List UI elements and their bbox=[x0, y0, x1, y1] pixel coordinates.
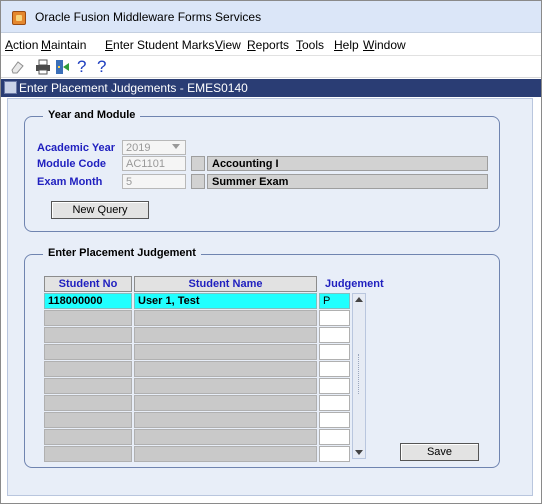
student-no-cell[interactable] bbox=[44, 446, 132, 462]
student-name-cell[interactable] bbox=[134, 310, 317, 326]
judgement-header: Judgement bbox=[325, 278, 384, 290]
new-query-button[interactable]: New Query bbox=[51, 201, 149, 219]
exam-month-lov-button[interactable] bbox=[191, 174, 205, 189]
judgement-cell[interactable] bbox=[319, 395, 350, 411]
title-bar: Oracle Fusion Middleware Forms Services bbox=[1, 1, 541, 33]
toolbar: ? ? bbox=[1, 57, 541, 78]
module-name-display: Accounting I bbox=[207, 156, 488, 171]
menu-help[interactable]: Help bbox=[334, 38, 359, 52]
student-no-cell[interactable] bbox=[44, 310, 132, 326]
student-name-header: Student Name bbox=[134, 276, 317, 292]
judgement-cell[interactable] bbox=[319, 412, 350, 428]
academic-year-value: 2019 bbox=[126, 142, 151, 154]
module-code-label: Module Code bbox=[37, 158, 107, 170]
help-icon[interactable]: ? bbox=[77, 57, 93, 76]
menu-bar: Action Maintain Enter Student Marks View Rep… bbox=[1, 34, 541, 56]
student-no-cell[interactable] bbox=[44, 327, 132, 343]
student-name-cell[interactable]: User 1, Test bbox=[134, 293, 317, 309]
scroll-grip[interactable] bbox=[358, 354, 361, 394]
menu-enter-student-marks[interactable]: Enter Student Marks bbox=[105, 38, 214, 52]
exam-month-field[interactable]: 5 bbox=[122, 174, 186, 189]
judgement-cell[interactable] bbox=[319, 344, 350, 360]
student-no-cell[interactable] bbox=[44, 395, 132, 411]
student-name-cell[interactable] bbox=[134, 361, 317, 377]
save-button[interactable]: Save bbox=[400, 443, 479, 461]
placement-legend: Enter Placement Judgement bbox=[43, 247, 201, 259]
module-lov-button[interactable] bbox=[191, 156, 205, 171]
judgement-cell[interactable] bbox=[319, 361, 350, 377]
exit-icon[interactable] bbox=[54, 59, 70, 75]
student-name-cell[interactable] bbox=[134, 446, 317, 462]
academic-year-select[interactable]: 2019 bbox=[122, 140, 186, 155]
menu-view[interactable]: View bbox=[215, 38, 241, 52]
scroll-down-icon[interactable] bbox=[355, 450, 363, 455]
student-no-cell[interactable] bbox=[44, 344, 132, 360]
exam-month-name-display: Summer Exam bbox=[207, 174, 488, 189]
form-header: Enter Placement Judgements - EMES0140 bbox=[1, 79, 541, 97]
window-title: Oracle Fusion Middleware Forms Services bbox=[35, 10, 262, 24]
judgement-cell[interactable] bbox=[319, 378, 350, 394]
form-icon bbox=[4, 81, 17, 94]
module-code-field[interactable]: AC1101 bbox=[122, 156, 186, 171]
menu-maintain[interactable]: Maintain bbox=[41, 38, 86, 52]
student-name-cell[interactable] bbox=[134, 395, 317, 411]
student-no-cell[interactable] bbox=[44, 361, 132, 377]
menu-action[interactable]: Action bbox=[5, 38, 38, 52]
menu-window[interactable]: Window bbox=[363, 38, 406, 52]
menu-reports[interactable]: Reports bbox=[247, 38, 289, 52]
student-name-cell[interactable] bbox=[134, 344, 317, 360]
judgement-cell[interactable]: P bbox=[319, 293, 350, 309]
academic-year-label: Academic Year bbox=[37, 142, 116, 154]
judgement-cell[interactable] bbox=[319, 429, 350, 445]
judgement-cell[interactable] bbox=[319, 446, 350, 462]
student-name-cell[interactable] bbox=[134, 378, 317, 394]
form-title: Enter Placement Judgements - EMES0140 bbox=[19, 81, 248, 95]
help-icon[interactable]: ? bbox=[97, 57, 113, 76]
chevron-down-icon[interactable] bbox=[172, 144, 180, 149]
student-name-cell[interactable] bbox=[134, 412, 317, 428]
year-module-legend: Year and Module bbox=[43, 109, 141, 121]
menu-tools[interactable]: Tools bbox=[296, 38, 324, 52]
student-no-cell[interactable] bbox=[44, 412, 132, 428]
grid-scrollbar[interactable] bbox=[352, 293, 366, 459]
exam-month-label: Exam Month bbox=[37, 176, 103, 188]
student-no-cell[interactable] bbox=[44, 378, 132, 394]
print-icon[interactable] bbox=[35, 59, 51, 75]
student-no-cell[interactable] bbox=[44, 429, 132, 445]
scroll-up-icon[interactable] bbox=[355, 297, 363, 302]
judgement-cell[interactable] bbox=[319, 310, 350, 326]
student-name-cell[interactable] bbox=[134, 327, 317, 343]
student-no-header: Student No bbox=[44, 276, 132, 292]
judgement-cell[interactable] bbox=[319, 327, 350, 343]
student-name-cell[interactable] bbox=[134, 429, 317, 445]
java-app-icon bbox=[12, 11, 26, 25]
student-no-cell[interactable]: 118000000 bbox=[44, 293, 132, 309]
eraser-icon[interactable] bbox=[9, 59, 25, 75]
